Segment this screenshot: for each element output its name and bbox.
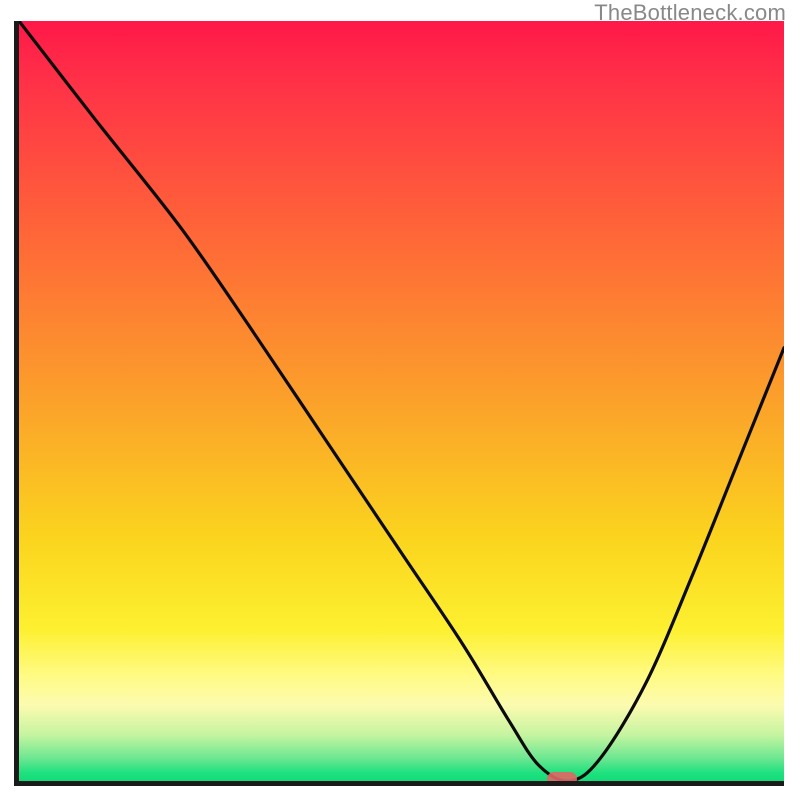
watermark-text: TheBottleneck.com <box>594 0 786 26</box>
chart-curve-svg <box>19 21 784 781</box>
chart-plot-area <box>19 21 784 781</box>
optimum-marker <box>547 772 577 781</box>
bottleneck-curve-path <box>19 21 784 781</box>
y-axis <box>14 21 19 786</box>
x-axis <box>14 781 784 786</box>
